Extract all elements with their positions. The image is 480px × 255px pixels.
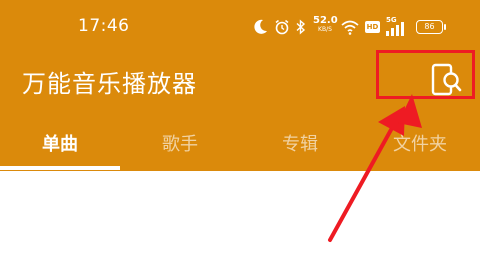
alarm-icon (274, 19, 290, 35)
wifi-icon (340, 19, 360, 35)
battery-tip (444, 24, 446, 30)
hd-icon: HD (365, 21, 380, 33)
highlight-box (376, 50, 475, 99)
active-tab-indicator (0, 166, 120, 170)
tab-folders[interactable]: 文件夹 (360, 122, 480, 168)
signal-icon (386, 21, 410, 37)
tab-artists[interactable]: 歌手 (120, 122, 240, 168)
music-player-app: 17:46 52.0 KB/S HD 5G 86 万能音乐播放器 单曲 歌手 专… (0, 0, 480, 255)
network-speed-unit: KB/S (318, 26, 332, 33)
tab-albums[interactable]: 专辑 (240, 122, 360, 168)
status-time: 17:46 (78, 16, 130, 36)
network-speed: 52.0 KB/S (313, 15, 338, 33)
bluetooth-icon (296, 19, 306, 35)
battery-icon: 86 (416, 20, 443, 34)
network-speed-value: 52.0 (313, 15, 338, 26)
app-title: 万能音乐播放器 (22, 70, 197, 98)
moon-icon (254, 19, 268, 35)
tab-songs[interactable]: 单曲 (0, 122, 120, 168)
category-tabs: 单曲 歌手 专辑 文件夹 (0, 122, 480, 171)
content-area (0, 171, 480, 255)
